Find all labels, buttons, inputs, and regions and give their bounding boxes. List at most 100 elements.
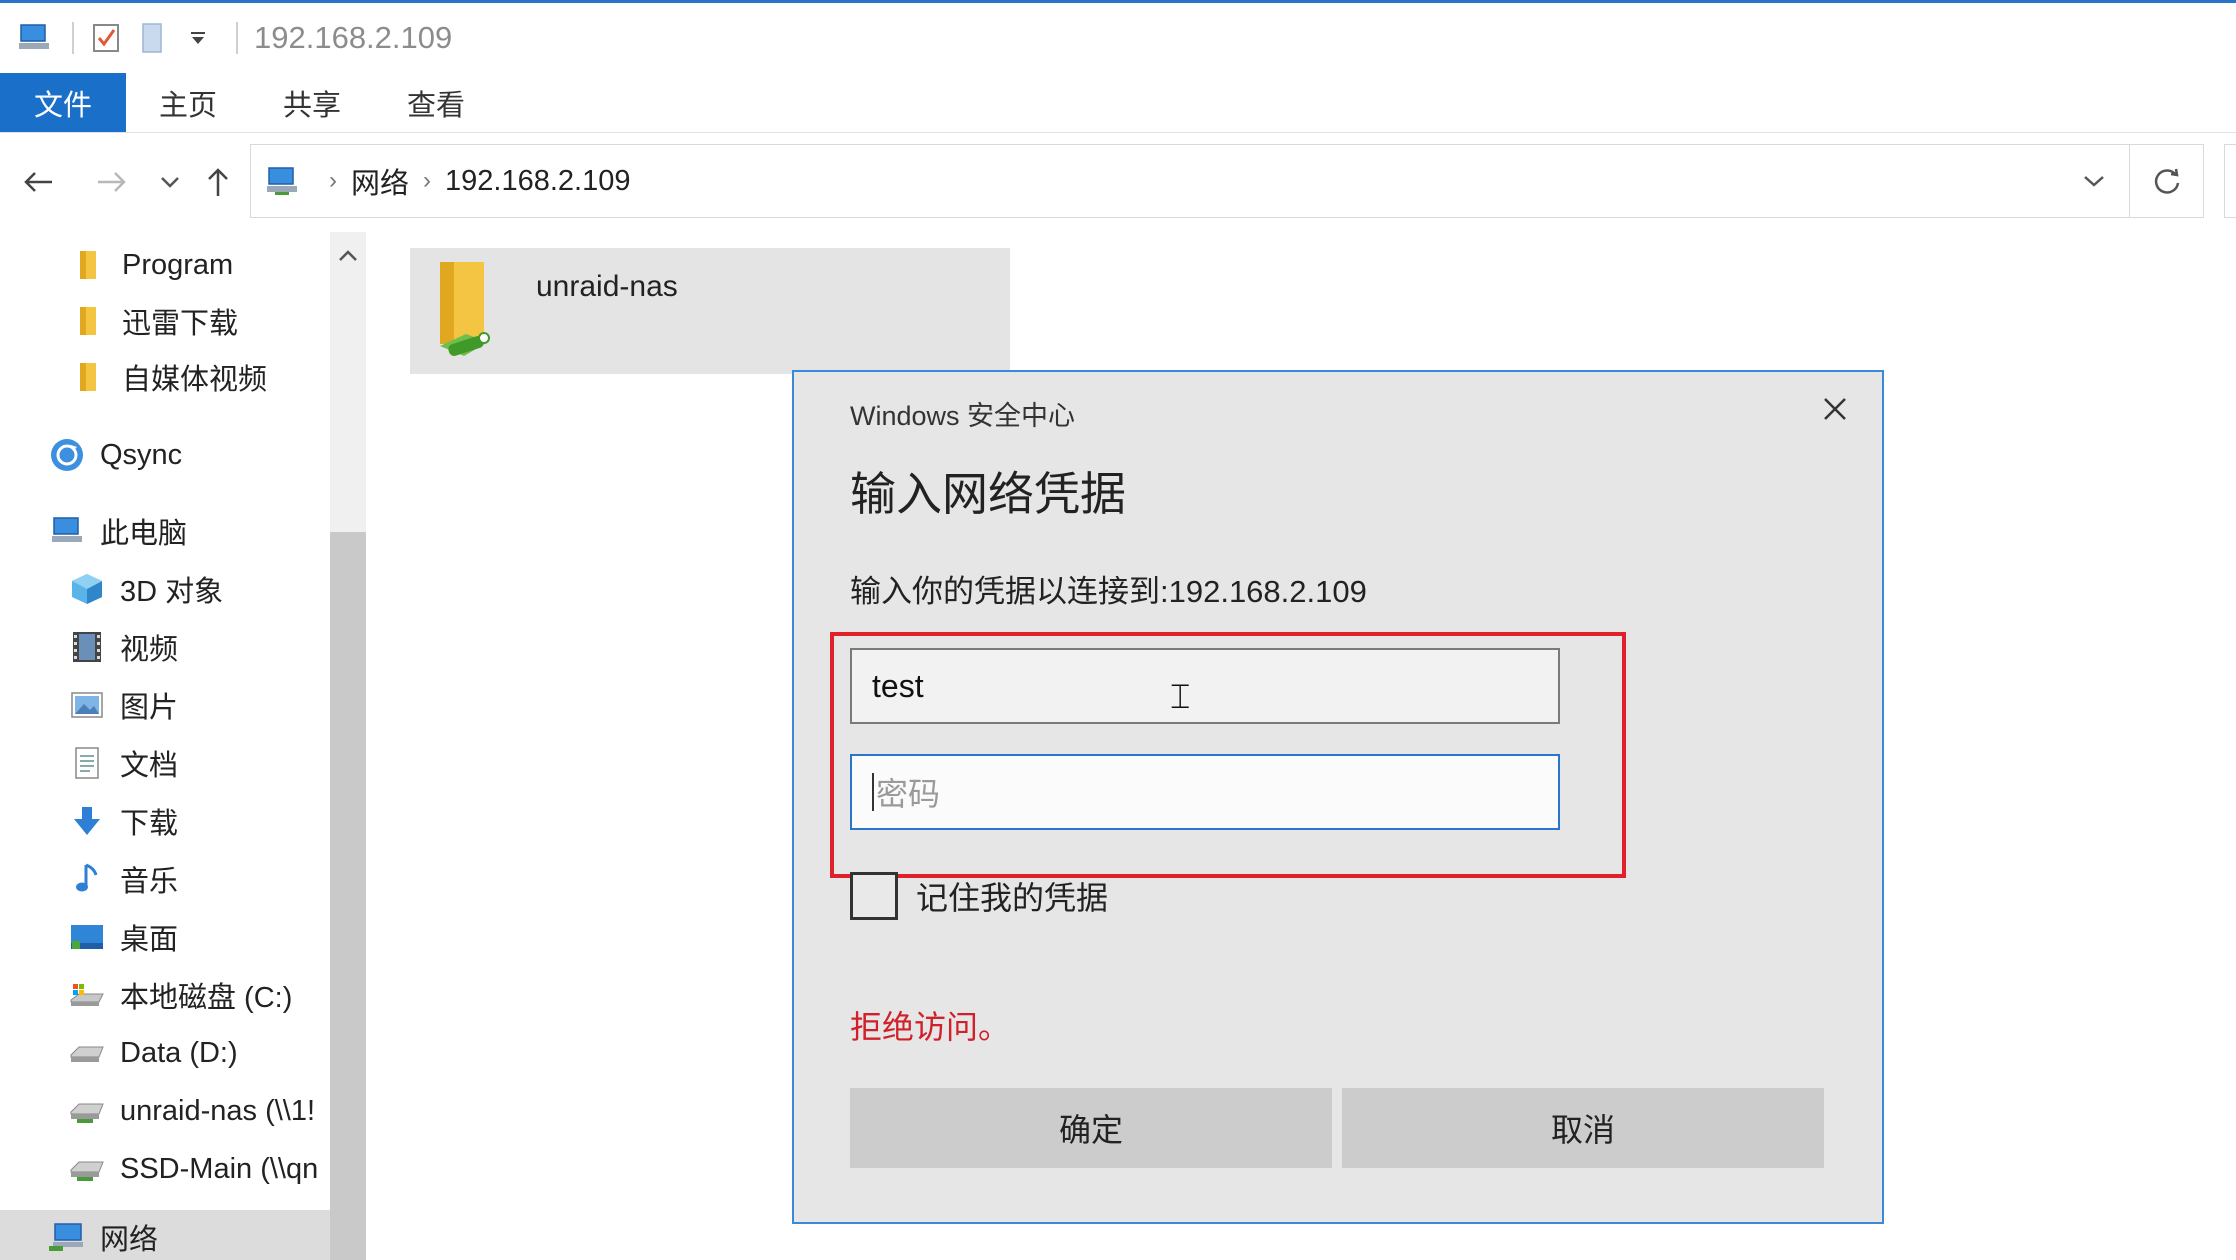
- computer-icon[interactable]: [14, 18, 54, 58]
- close-icon[interactable]: [1810, 384, 1860, 434]
- dialog-heading: 输入网络凭据: [850, 468, 1126, 520]
- sidebar-item-label: 下载: [120, 808, 179, 840]
- sidebar-item-desktop[interactable]: 桌面: [0, 910, 330, 964]
- remember-label: 记住我的凭据: [916, 880, 1109, 916]
- properties-check-icon[interactable]: [86, 18, 126, 58]
- dialog-description: 输入你的凭据以连接到:192.168.2.109: [850, 574, 1367, 609]
- sidebar-item-label: 视频: [120, 634, 179, 666]
- music-icon: [68, 860, 106, 898]
- username-field[interactable]: test ⌶: [850, 648, 1560, 724]
- network-location-icon: [265, 166, 299, 196]
- sidebar-scrollbar[interactable]: [330, 232, 366, 1260]
- dialog-title: Windows 安全中心: [850, 401, 1076, 431]
- sidebar-item-network[interactable]: 网络: [0, 1210, 330, 1260]
- ok-button[interactable]: 确定: [850, 1088, 1332, 1168]
- folder-name: unraid-nas: [536, 270, 678, 303]
- tab-share[interactable]: 共享: [250, 73, 374, 132]
- tab-file[interactable]: 文件: [0, 73, 126, 132]
- text-cursor-icon: ⌶: [1170, 678, 1191, 716]
- sidebar-item-xunlei-downloads[interactable]: 迅雷下载: [0, 294, 330, 348]
- new-folder-icon[interactable]: [132, 18, 172, 58]
- video-icon: [68, 628, 106, 666]
- address-history-chevron-icon[interactable]: [2059, 145, 2129, 217]
- search-box-edge[interactable]: [2224, 144, 2236, 218]
- sidebar-item-label: 桌面: [120, 924, 179, 956]
- remember-checkbox[interactable]: [850, 872, 898, 920]
- sidebar-item-music[interactable]: 音乐: [0, 852, 330, 906]
- username-value: test: [872, 667, 924, 704]
- scroll-up-chevron-icon[interactable]: [330, 232, 366, 280]
- toolbar-separator: [236, 22, 238, 54]
- scrollbar-thumb[interactable]: [330, 532, 366, 1260]
- sidebar-item-label: 此电脑: [100, 518, 188, 550]
- address-bar[interactable]: › 网络 › 192.168.2.109: [250, 144, 2130, 218]
- folder-icon: [70, 246, 108, 284]
- remember-credentials-row[interactable]: 记住我的凭据: [850, 872, 1108, 920]
- sidebar-item-label: 文档: [120, 750, 179, 782]
- forward-arrow-icon[interactable]: [88, 158, 136, 206]
- desktop-icon: [68, 918, 106, 956]
- credential-dialog: Windows 安全中心 输入网络凭据 输入你的凭据以连接到:192.168.2…: [792, 370, 1884, 1224]
- sidebar-item-program[interactable]: Program: [0, 238, 330, 292]
- sidebar-item-documents[interactable]: 文档: [0, 736, 330, 790]
- sidebar-item-label: Program: [122, 248, 234, 281]
- refresh-icon[interactable]: [2130, 144, 2204, 218]
- breadcrumb-separator-icon[interactable]: ›: [423, 167, 431, 195]
- folder-icon: [70, 358, 108, 396]
- folder-icon: [70, 302, 108, 340]
- sidebar-item-label: 本地磁盘 (C:): [120, 982, 293, 1014]
- folder-tile-unraid-nas[interactable]: unraid-nas: [410, 248, 1010, 374]
- sidebar-item-label: 3D 对象: [120, 576, 224, 608]
- sidebar-item-label: Data (D:): [120, 1036, 238, 1069]
- title-bar: 192.168.2.109: [0, 3, 2236, 73]
- window-title: 192.168.2.109: [254, 20, 453, 55]
- navigation-pane: Program 迅雷下载 自媒体视频 Qsync 此电脑 3D 对象 视频 图片…: [0, 232, 330, 1260]
- sidebar-item-pictures[interactable]: 图片: [0, 678, 330, 732]
- error-message: 拒绝访问。: [850, 1009, 1011, 1045]
- downloads-icon: [68, 802, 106, 840]
- input-caret: [872, 773, 874, 811]
- sidebar-item-data-d[interactable]: Data (D:): [0, 1026, 330, 1080]
- sidebar-item-label: 迅雷下载: [122, 308, 239, 340]
- documents-icon: [68, 744, 106, 782]
- tab-view[interactable]: 查看: [374, 73, 498, 132]
- navigation-bar: › 网络 › 192.168.2.109: [0, 134, 2236, 230]
- drive-icon: [68, 1034, 106, 1072]
- breadcrumb-separator-icon[interactable]: ›: [329, 167, 337, 195]
- 3d-objects-icon: [68, 570, 106, 608]
- customize-dropdown-icon[interactable]: [178, 18, 218, 58]
- password-placeholder: 密码: [876, 776, 941, 812]
- toolbar-separator: [72, 22, 74, 54]
- sidebar-item-media-videos[interactable]: 自媒体视频: [0, 350, 330, 404]
- sidebar-item-downloads[interactable]: 下载: [0, 794, 330, 848]
- computer-icon: [48, 512, 86, 550]
- sidebar-item-local-disk-c[interactable]: 本地磁盘 (C:): [0, 968, 330, 1022]
- pictures-icon: [68, 686, 106, 724]
- password-field[interactable]: 密码: [850, 754, 1560, 830]
- network-drive-icon: [68, 1092, 106, 1130]
- sidebar-item-label: 网络: [100, 1224, 159, 1256]
- sidebar-item-label: 音乐: [120, 866, 179, 898]
- sidebar-item-label: unraid-nas (\\1!: [120, 1094, 316, 1127]
- local-disk-icon: [68, 976, 106, 1014]
- tab-home[interactable]: 主页: [126, 73, 250, 132]
- sidebar-item-unraid-nas-drive[interactable]: unraid-nas (\\1!: [0, 1084, 330, 1138]
- sidebar-item-label: 图片: [120, 692, 179, 724]
- sidebar-item-qsync[interactable]: Qsync: [0, 428, 330, 482]
- sidebar-item-this-pc[interactable]: 此电脑: [0, 504, 330, 558]
- up-arrow-icon[interactable]: [194, 158, 242, 206]
- qsync-icon: [48, 436, 86, 474]
- breadcrumb-host[interactable]: 192.168.2.109: [445, 165, 630, 198]
- back-arrow-icon[interactable]: [14, 158, 62, 206]
- breadcrumb-network[interactable]: 网络: [351, 160, 409, 202]
- recent-locations-chevron-icon[interactable]: [146, 158, 194, 206]
- sidebar-item-3d-objects[interactable]: 3D 对象: [0, 562, 330, 616]
- network-drive-icon: [68, 1150, 106, 1188]
- cancel-button[interactable]: 取消: [1342, 1088, 1824, 1168]
- sidebar-item-videos[interactable]: 视频: [0, 620, 330, 674]
- sidebar-item-ssd-main-drive[interactable]: SSD-Main (\\qn: [0, 1142, 330, 1196]
- sidebar-item-label: Qsync: [100, 438, 183, 471]
- sidebar-item-label: SSD-Main (\\qn: [120, 1152, 319, 1185]
- ribbon-tabs: 文件 主页 共享 查看: [0, 73, 2236, 133]
- sidebar-item-label: 自媒体视频: [122, 364, 268, 396]
